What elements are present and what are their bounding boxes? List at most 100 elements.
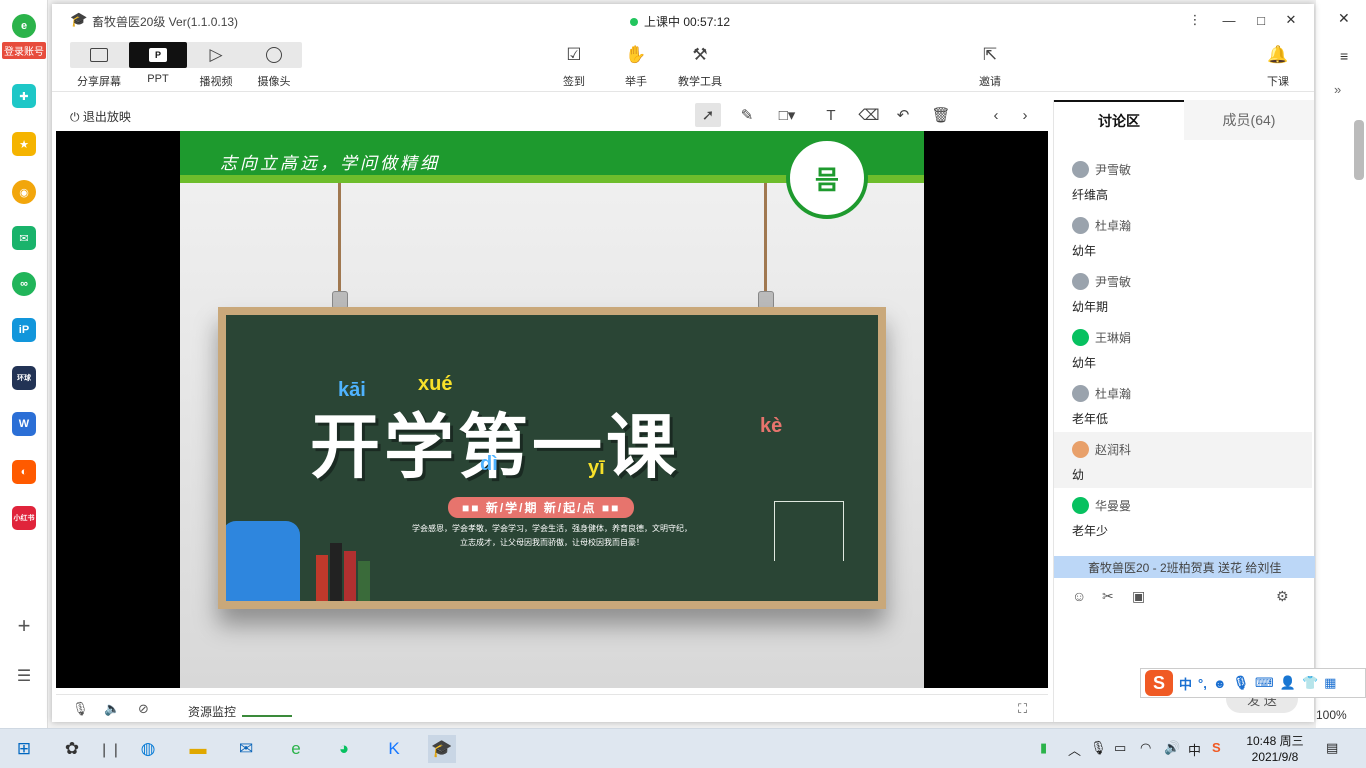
keyboard-icon[interactable]: ⌨ [1255,675,1274,691]
add-app-icon[interactable]: + [12,613,36,638]
play-video-button[interactable]: ▷ 播视频 [187,42,245,90]
microphone-icon[interactable]: 🎙 [72,701,89,717]
undo-icon[interactable]: ↶ [890,103,916,127]
live-status-text: 上课中 00:57:12 [644,15,731,29]
mail-icon[interactable]: ✉ [12,226,36,250]
eraser-tool-icon[interactable]: ⌫ [856,103,882,127]
expand-chevron-icon[interactable]: » [1334,82,1341,97]
mail-icon[interactable]: ✉ [232,735,260,763]
tray-microphone-icon[interactable]: 🎙 [1090,740,1107,756]
teaching-tools-button[interactable]: ⚒ 教学工具 [669,42,731,90]
classroom-app-icon[interactable]: 🎓 [428,735,456,763]
tray-chevron-icon[interactable]: ︿ [1068,740,1081,759]
link-app-icon[interactable]: ∞ [12,272,36,296]
windows-start-icon[interactable]: ⊞ [10,735,38,763]
pinyin-xue: xué [418,373,453,395]
live-app-icon[interactable]: ◐ [12,460,36,484]
emoji-icon[interactable]: ☺ [1072,588,1086,604]
wechat-icon[interactable]: ◕ [330,735,358,763]
edge-browser-icon[interactable]: ◍ [134,735,162,763]
scissors-icon[interactable]: ✂ [1102,588,1114,605]
live-status: 上课中 00:57:12 [630,13,730,30]
menu-icon[interactable]: ≡ [1340,48,1348,64]
exit-presentation-button[interactable]: ⏻ 退出放映 [70,108,131,125]
wifi-icon[interactable]: ◠ [1140,740,1151,756]
news-app-icon[interactable]: 环球 [12,366,36,390]
close-icon[interactable]: ✕ [1338,10,1350,27]
message-text: 老年少 [1072,524,1109,538]
pointer-tool-icon[interactable]: ➚ [695,103,721,127]
ip-app-icon[interactable]: iP [12,318,36,342]
sogou-ime-logo[interactable]: S [1145,670,1173,696]
battery-app-icon[interactable]: ▮ [1040,740,1047,756]
maximize-button[interactable]: □ [1250,10,1272,30]
emoji-icon[interactable]: ☻ [1213,676,1227,691]
file-explorer-icon[interactable]: ▬ [184,735,212,763]
settings-icon[interactable]: ⚙ [1276,588,1289,605]
resource-monitor-label[interactable]: 资源监控 [188,703,236,720]
sogou-tray-icon[interactable]: S [1212,740,1221,755]
raise-hand-button[interactable]: ✋ 举手 [607,42,665,90]
invite-button[interactable]: ⇱ 邀请 [961,42,1019,90]
volume-icon[interactable]: 🔊 [1164,740,1180,756]
delete-icon[interactable]: 🗑 [928,103,954,127]
login-badge[interactable]: 登录账号 [2,42,46,59]
clock[interactable]: 10:48 周三 2021/9/8 [1238,733,1312,765]
tab-members[interactable]: 成员(64) [1184,100,1314,140]
sign-in-button[interactable]: ☑ 签到 [545,42,603,90]
browser-e-icon[interactable]: e [282,735,310,763]
favorites-star-icon[interactable]: ★ [12,132,36,156]
browser-e-icon[interactable]: e [12,14,36,38]
message-list: 尹雪敏 纤维高 杜卓瀚 幼年 尹雪敏 幼年期 王琳娟 幼年 杜卓瀚 老年低 赵润科幼 华曼… [1054,152,1312,556]
pinwheel-app-icon[interactable]: ✿ [58,735,86,763]
camera-off-icon[interactable]: ⊘ [138,701,149,717]
k-app-icon[interactable]: K [380,735,408,763]
health-cross-icon[interactable]: ✚ [12,84,36,108]
ime-lang-indicator[interactable]: 中 [1188,740,1201,759]
list-item: 华曼曼 老年少 [1054,488,1312,544]
hand-icon: ✋ [625,45,647,64]
chat-panel: 讨论区 成员(64) 尹雪敏 纤维高 杜卓瀚 幼年 尹雪敏 幼年期 王琳娟 幼年 杜卓瀚… [1053,100,1315,722]
notification-icon[interactable]: ▤ [1326,740,1338,756]
pinyin-di: dì [480,453,498,475]
invite-label: 邀请 [979,76,1001,88]
avatar [1072,217,1089,234]
rope-right [764,183,767,301]
fullscreen-icon[interactable]: ⛶ [1018,701,1027,717]
text-tool-icon[interactable]: T [818,103,844,127]
ppt-button[interactable]: P PPT [129,42,187,90]
weibo-icon[interactable]: ◉ [12,180,36,204]
next-slide-icon[interactable]: › [1012,103,1038,127]
input-toolbar: ☺ ✂ ▣ ⚙ [1072,588,1302,608]
voice-icon[interactable]: 🎙 [1233,675,1250,691]
user-icon[interactable]: 👤 [1280,675,1296,691]
word-doc-icon[interactable]: W [12,412,36,436]
sender-name: 尹雪敏 [1095,163,1132,177]
minimize-button[interactable]: — [1218,10,1240,30]
camera-button[interactable]: 摄像头 [245,42,303,90]
pen-tool-icon[interactable]: ✎ [734,103,760,127]
ime-mode-toggle[interactable]: 中 [1179,674,1192,693]
image-icon[interactable]: ▣ [1132,588,1145,605]
share-screen-icon [90,48,108,62]
task-view-icon[interactable]: ❘❘ [96,735,124,763]
chalkboard: 开学第一课 kāi xué dì yī kè ■■ 新/学/期 新/起/点 ■■… [218,307,886,609]
scrollbar-thumb[interactable] [1354,120,1364,180]
battery-icon[interactable]: ▭ [1114,740,1126,756]
punctuation-icon[interactable]: °, [1198,676,1207,691]
share-screen-button[interactable]: 分享屏幕 [70,42,128,90]
skin-icon[interactable]: 👕 [1302,675,1318,691]
message-text: 幼 [1072,468,1085,482]
prev-slide-icon[interactable]: ‹ [983,103,1009,127]
end-class-button[interactable]: 🔔 下课 [1249,42,1307,90]
speaker-icon[interactable]: 🔈 [104,701,120,717]
xiaohongshu-icon[interactable]: 小红书 [12,506,36,530]
house-doodle [774,501,844,561]
close-button[interactable]: ✕ [1280,10,1302,30]
more-button[interactable]: ⋮ [1184,10,1206,30]
tab-discussion[interactable]: 讨论区 [1054,100,1184,140]
menu-list-icon[interactable]: ☰ [12,664,36,688]
toolbox-icon[interactable]: ▦ [1324,675,1336,691]
ppt-label: PPT [147,73,169,85]
shape-tool-icon[interactable]: □▾ [774,103,800,127]
